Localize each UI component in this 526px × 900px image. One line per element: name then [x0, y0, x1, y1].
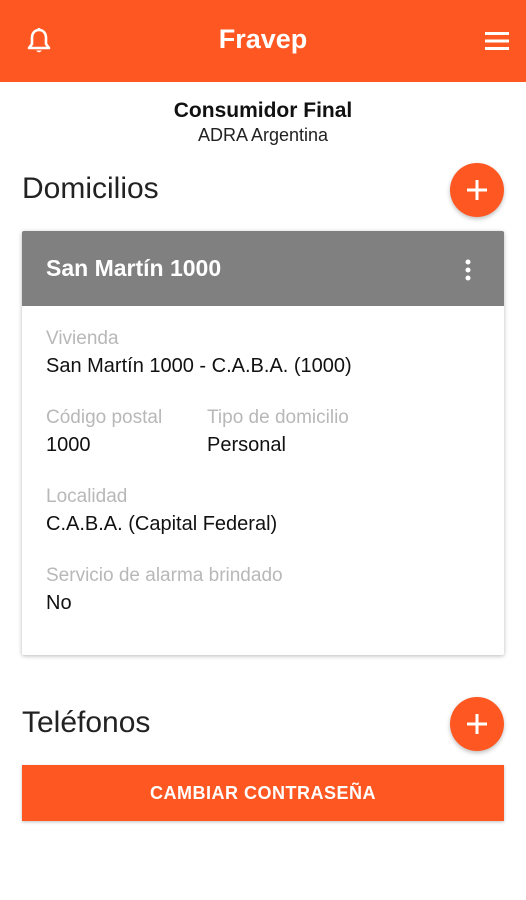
plus-icon — [467, 714, 487, 734]
app-title: Fravep — [218, 24, 308, 54]
address-card: San Martín 1000 Vivienda San Martín 1000… — [22, 231, 504, 655]
add-telefono-button[interactable] — [450, 697, 504, 751]
field-value: San Martín 1000 - C.A.B.A. (1000) — [46, 355, 352, 377]
field-value: No — [46, 592, 72, 614]
field-vivienda: Vivienda San Martín 1000 - C.A.B.A. (100… — [46, 327, 352, 381]
field-label: Tipo de domicilio — [207, 407, 349, 428]
field-value: Personal — [207, 434, 286, 456]
field-value: 1000 — [46, 434, 91, 456]
plus-icon — [467, 180, 487, 200]
address-card-title: San Martín 1000 — [46, 255, 222, 281]
field-label: Vivienda — [46, 328, 119, 349]
field-localidad: Localidad C.A.B.A. (Capital Federal) — [46, 485, 277, 539]
field-label: Servicio de alarma brindado — [46, 565, 283, 586]
domicilios-heading: Domicilios — [22, 172, 159, 205]
field-tipo-domicilio: Tipo de domicilio Personal — [207, 406, 349, 460]
telefonos-heading: Teléfonos — [22, 706, 151, 739]
user-organization: ADRA Argentina — [197, 125, 329, 145]
app-bar: Fravep — [0, 0, 526, 82]
field-value: C.A.B.A. (Capital Federal) — [46, 513, 278, 535]
user-info: Consumidor Final ADRA Argentina — [0, 98, 526, 146]
field-alarma: Servicio de alarma brindado No — [46, 564, 283, 618]
add-domicilio-button[interactable] — [450, 163, 504, 217]
hamburger-menu-icon[interactable] — [484, 29, 510, 53]
user-name: Consumidor Final — [173, 99, 353, 122]
change-password-button[interactable]: CAMBIAR CONTRASEÑA — [22, 765, 504, 821]
field-label: Localidad — [46, 486, 128, 507]
more-vert-icon[interactable] — [464, 259, 472, 281]
field-codigo-postal: Código postal 1000 — [46, 406, 162, 460]
field-label: Código postal — [46, 407, 163, 428]
address-card-header: San Martín 1000 — [22, 231, 504, 306]
